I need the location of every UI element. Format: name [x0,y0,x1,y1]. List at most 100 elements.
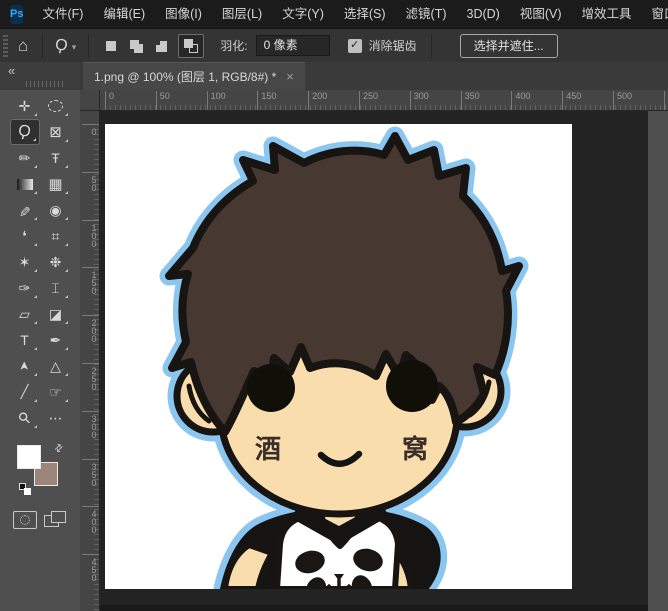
menu-item-2[interactable]: 编辑(E) [93,0,155,28]
swap-colors-icon[interactable]: ⇄ [52,442,66,456]
collapse-panel-icon[interactable]: « [8,63,15,78]
menu-bar: Ps 文件(F) 编辑(E) 图像(I) 图层(L) 文字(Y) 选择(S) 滤镜(T) 3D… [0,0,668,28]
options-bar-grip[interactable] [3,34,8,57]
foreground-color-swatch[interactable] [17,445,41,469]
gradient-tool[interactable] [10,171,40,197]
hruler-tick-50: 50 [155,91,170,110]
menu-item-1[interactable]: 文件(F) [32,0,93,28]
crop-tool[interactable]: ⌗ [41,223,71,249]
lasso-tool[interactable]: Ϙ [9,119,40,145]
menu-item-4[interactable]: 图层(L) [212,0,272,28]
chevron-down-icon[interactable]: ▾ [72,42,77,53]
status-bar-edge [100,605,648,611]
ruler-corner[interactable] [80,90,100,111]
photoshop-logo: Ps [10,4,24,24]
eraser-tool[interactable]: ▱ [10,301,40,327]
color-sampler-tool[interactable]: ❉ [41,249,71,275]
close-icon[interactable]: × [286,69,294,84]
clone-stamp-tool[interactable]: ⌶ [41,275,71,301]
document-tab-title: 1.png @ 100% (图层 1, RGB/8#) * [94,70,277,84]
vruler-tick-0: 0 [82,124,99,135]
brush-tool[interactable]: ✑ [10,275,40,301]
sparkle-wand-icon: ✶ [18,253,31,270]
screen-mode-button[interactable] [43,511,68,529]
vruler-tick-450: 450 [82,554,99,581]
subtract-from-selection-button[interactable] [153,37,169,54]
new-selection-button[interactable] [103,38,119,54]
dashed-type-icon: Ŧ [51,150,60,166]
menu-item-5[interactable]: 文字(Y) [272,0,334,28]
select-and-mask-button[interactable]: 选择并遮住... [459,33,558,58]
type-tool[interactable]: T [10,327,40,353]
horizontal-ruler: 0 50 100 150 200 250 300 350 400 450 500 550 [100,90,668,111]
shape-tool[interactable]: △ [41,353,71,379]
document-canvas[interactable]: 酒 窝 [105,124,572,589]
hand-tool[interactable]: ☞ [41,379,71,405]
menu-item-9[interactable]: 视图(V) [510,0,572,28]
home-icon[interactable]: ⌂ [18,31,28,61]
feather-input[interactable]: 0 像素 [255,35,330,56]
intersect-selection-button[interactable] [178,33,205,58]
anti-alias-checkbox[interactable]: ✓ [347,38,362,53]
vruler-tick-200: 200 [82,315,99,342]
default-colors-icon[interactable] [19,483,31,495]
vruler-tick-350: 350 [82,458,99,486]
panel-grip[interactable] [26,81,66,87]
color-swatches: ⇄ [17,442,66,495]
separator [88,33,90,58]
tools-grid: ✛ Ϙ ⊠ ✏ Ŧ ▦ ✐ ◉ ❛ ⌗ ✶ ❉ ✑ ⌶ ▱ ◪ T ✒ ➤ △ ╱ ☞ ⚲ ⋯ [9,93,71,431]
triangle-icon: △ [50,357,61,374]
line-tool[interactable]: ╱ [10,379,40,405]
bucket-icon: ◪ [48,305,63,322]
photoshop-window: Ps 文件(F) 编辑(E) 图像(I) 图层(L) 文字(Y) 选择(S) 滤镜(T) 3D… [0,0,668,611]
pen-tool[interactable]: ✒ [41,327,71,353]
vruler-tick-250: 250 [82,363,99,390]
quick-selection-tool[interactable]: ✏ [10,145,40,171]
move-tool[interactable]: ✛ [10,93,40,119]
selection-brush-icon: ✏ [18,149,31,166]
magnifier-icon: ⚲ [14,408,35,429]
menu-item-6[interactable]: 选择(S) [334,0,396,28]
quick-mask-button[interactable] [12,511,37,529]
stamp-icon: ⌶ [51,279,60,296]
workspace: 0 50 100 150 200 250 300 350 400 450 500 550 0 50 100… [80,90,668,611]
zoom-tool[interactable]: ⚲ [10,405,40,431]
arrow-cursor-icon: ➤ [17,360,32,372]
move-icon: ✛ [18,97,31,114]
lasso-icon[interactable]: Ϙ [54,35,70,55]
eraser-icon: ▱ [19,305,30,322]
magic-wand-tool[interactable]: ✶ [10,249,40,275]
red-eye-tool[interactable]: ◉ [41,197,71,223]
vruler-tick-300: 300 [82,410,99,438]
vruler-tick-100: 100 [82,219,99,247]
menu-item-8[interactable]: 3D(D) [457,0,510,28]
elliptical-marquee-tool[interactable] [41,93,71,119]
gradient-icon [16,178,33,190]
hruler-tick-0: 0 [105,91,114,110]
menu-item-11[interactable]: 窗口(W) [642,0,668,28]
patch-tool[interactable]: ▦ [41,171,71,197]
tool-panel: ✛ Ϙ ⊠ ✏ Ŧ ▦ ✐ ◉ ❛ ⌗ ✶ ❉ ✑ ⌶ ▱ ◪ T ✒ ➤ △ ╱ ☞ ⚲ ⋯ ⇄ [0,90,80,611]
document-tab[interactable]: 1.png @ 100% (图层 1, RGB/8#) * × [83,62,305,90]
menu-item-7[interactable]: 滤镜(T) [396,0,457,28]
cheek-text-right: 窝 [402,434,428,464]
anti-alias-label: 消除锯齿 [368,39,417,53]
blur-tool[interactable]: ❛ [10,223,40,249]
hruler-tick-300: 300 [409,91,429,110]
add-to-selection-button[interactable] [128,38,144,54]
path-selection-tool[interactable]: ➤ [10,353,40,379]
hruler-tick-150: 150 [257,91,276,110]
dashed-ellipse-icon [48,100,63,112]
vertical-ruler: 0 50 100 150 200 250 300 350 400 450 [80,111,100,611]
edit-toolbar-button[interactable]: ⋯ [41,405,71,431]
menu-item-3[interactable]: 图像(I) [155,0,212,28]
vertical-type-mask-tool[interactable]: Ŧ [41,145,71,171]
paint-bucket-tool[interactable]: ◪ [41,301,71,327]
frame-tool[interactable]: ⊠ [41,119,71,145]
separator [430,33,432,58]
pen-nib-icon: ✒ [49,331,62,348]
eyedropper-tool[interactable]: ✐ [10,197,40,223]
selection-mode-group [103,33,205,58]
menu-item-10[interactable]: 增效工具 [572,0,642,28]
hruler-tick-450: 450 [562,91,581,110]
